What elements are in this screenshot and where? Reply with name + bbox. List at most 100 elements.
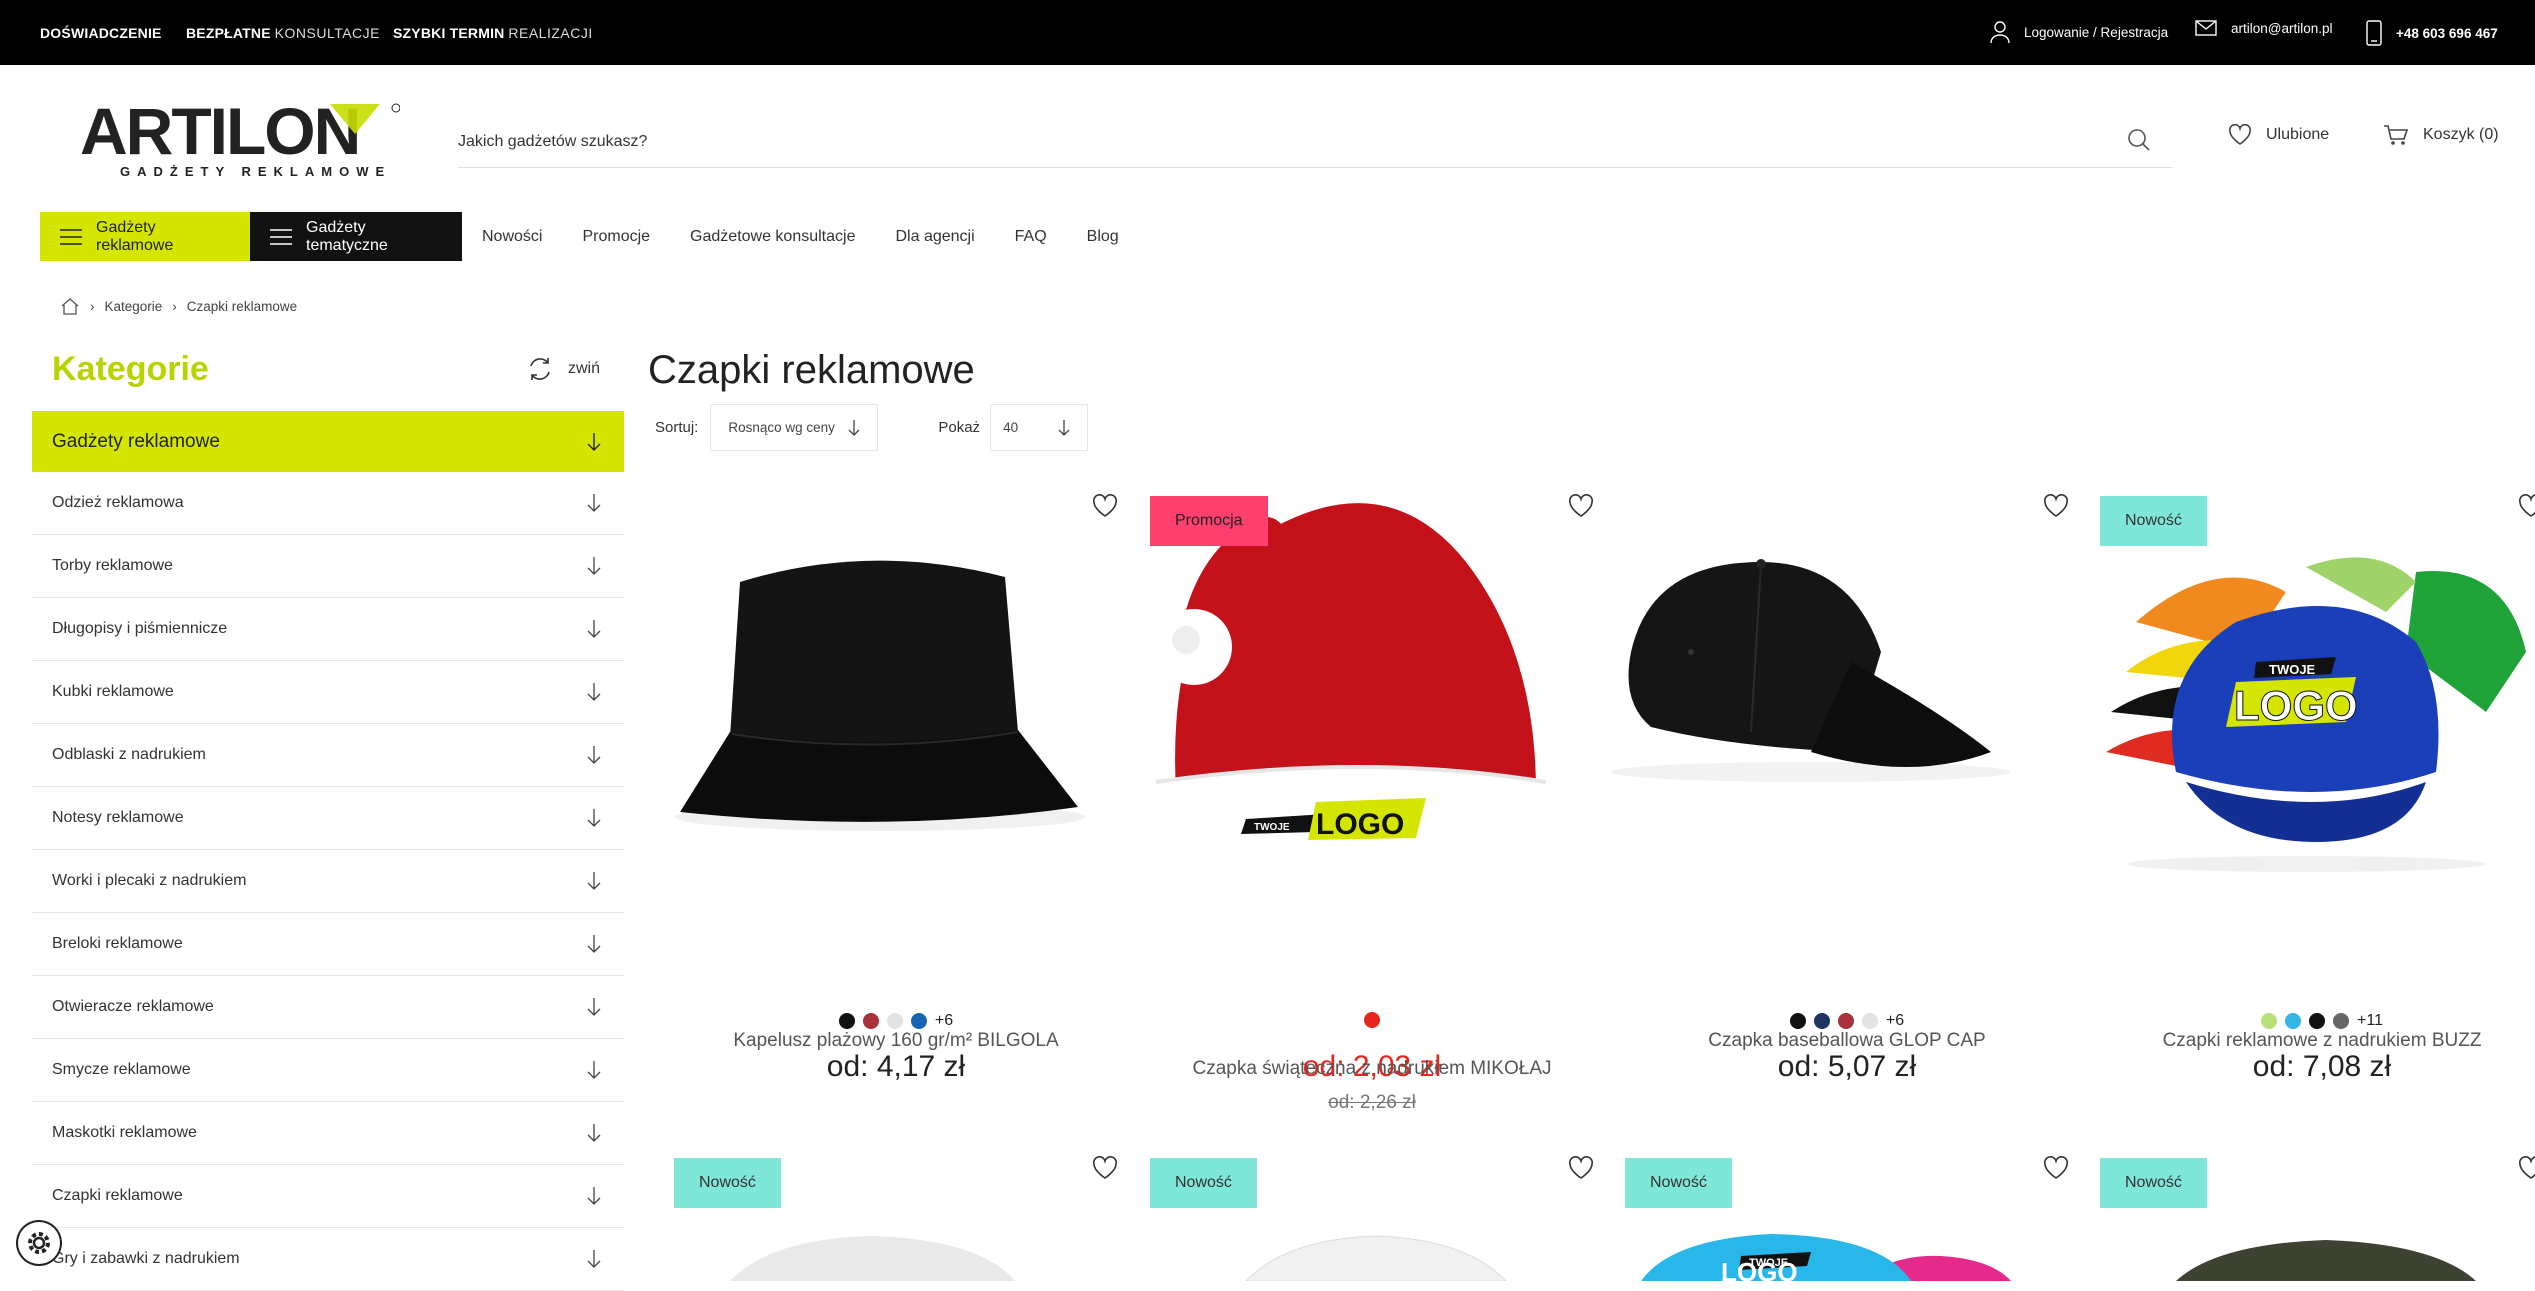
product-image-baseball-cap[interactable] <box>1611 482 2083 902</box>
heart-icon <box>2228 124 2252 146</box>
hamburger-icon <box>60 228 82 245</box>
favorites-link[interactable]: Ulubione <box>2228 124 2329 146</box>
product-name[interactable]: Czapka baseballowa GLOP CAP <box>1611 1030 2083 1052</box>
color-swatch[interactable] <box>862 1013 879 1029</box>
category-item[interactable]: Gry i zabawki z nadrukiem <box>32 1228 624 1291</box>
category-label: Maskotki reklamowe <box>52 1124 197 1141</box>
product-card[interactable]: +6 od: 5,07 zł Czapka baseballowa GLOP C… <box>1611 482 2083 1122</box>
home-icon[interactable] <box>60 297 80 315</box>
color-swatch[interactable] <box>1837 1013 1854 1029</box>
nav-link-agencies[interactable]: Dla agencji <box>895 228 974 246</box>
heart-icon[interactable] <box>1092 1156 1118 1180</box>
search-input[interactable] <box>458 122 2058 162</box>
breadcrumb-categories[interactable]: Kategorie <box>105 299 163 314</box>
category-item[interactable]: Breloki reklamowe <box>32 913 624 976</box>
cookie-settings-button[interactable] <box>16 1220 62 1266</box>
category-item[interactable]: Worki i plecaki z nadrukiem <box>32 850 624 913</box>
category-item[interactable]: Odzież reklamowa <box>32 472 624 535</box>
phone-label: +48 603 696 467 <box>2396 25 2498 41</box>
color-swatch[interactable] <box>1813 1013 1830 1029</box>
category-item[interactable]: Torby reklamowe <box>32 535 624 598</box>
cart-link[interactable]: Koszyk (0) <box>2383 124 2499 146</box>
category-item[interactable]: Długopisy i piśmiennicze <box>32 598 624 661</box>
product-image-bucket-hat[interactable] <box>660 482 1132 902</box>
category-item[interactable]: Smycze reklamowe <box>32 1039 624 1102</box>
color-swatch[interactable] <box>1364 1012 1380 1028</box>
category-item[interactable]: Maskotki reklamowe <box>32 1102 624 1165</box>
logo-tagline: GADŻETY REKLAMOWE <box>120 164 392 179</box>
heart-icon[interactable] <box>2518 494 2535 518</box>
product-card[interactable]: TWOJE LOGO Nowość +11 od: 7,08 zł Czapki… <box>2086 482 2535 1122</box>
arrow-down-icon <box>586 745 602 765</box>
category-item[interactable]: Kubki reklamowe <box>32 661 624 724</box>
color-swatch[interactable] <box>886 1013 903 1029</box>
heart-icon[interactable] <box>2518 1156 2535 1180</box>
category-item[interactable]: Otwieracze reklamowe <box>32 976 624 1039</box>
category-label: Worki i plecaki z nadrukiem <box>52 872 247 889</box>
svg-text:LOGO: LOGO <box>2234 682 2358 729</box>
heart-icon[interactable] <box>1568 494 1594 518</box>
color-swatch[interactable] <box>2285 1013 2302 1029</box>
sort-label: Sortuj: <box>655 419 699 436</box>
thematic-menu-button[interactable]: Gadżety tematyczne <box>250 212 462 261</box>
svg-text:LOGO: LOGO <box>1316 808 1404 841</box>
heart-icon[interactable] <box>1568 1156 1594 1180</box>
heart-icon[interactable] <box>1092 494 1118 518</box>
phone-link[interactable]: +48 603 696 467 <box>2366 20 2498 46</box>
product-name[interactable]: Czapka świąteczna z nadrukiem MIKOŁAJ <box>1136 1058 1608 1080</box>
heart-icon[interactable] <box>2043 494 2069 518</box>
color-swatch[interactable] <box>2309 1013 2326 1029</box>
product-name[interactable]: Czapki reklamowe z nadrukiem BUZZ <box>2086 1030 2535 1052</box>
nav-link-blog[interactable]: Blog <box>1087 228 1119 246</box>
gadgets-menu-button[interactable]: Gadżety reklamowe <box>40 212 250 261</box>
color-swatch[interactable] <box>2261 1013 2278 1029</box>
color-swatch[interactable] <box>1861 1013 1878 1029</box>
arrow-down-icon <box>586 556 602 576</box>
product-card[interactable]: TWOJE LOGO Promocja od: 2,03 zł od: 2,26… <box>1136 482 1608 1122</box>
arrow-down-icon <box>586 1123 602 1143</box>
category-item[interactable]: Odblaski z nadrukiem <box>32 724 624 787</box>
category-active[interactable]: Gadżety reklamowe <box>32 411 624 472</box>
login-link[interactable]: Logowanie / Rejestracja <box>1990 20 2168 44</box>
collapse-label: zwiń <box>568 360 601 377</box>
sort-select[interactable]: Rosnąco wg ceny <box>710 404 879 451</box>
category-item[interactable]: Czapki reklamowe <box>32 1165 624 1228</box>
category-label: Torby reklamowe <box>52 557 173 574</box>
color-swatch[interactable] <box>910 1013 927 1029</box>
more-colors: +6 <box>934 1012 954 1029</box>
product-card[interactable]: +6 od: 4,17 zł Kapelusz plażowy 160 gr/m… <box>660 482 1132 1122</box>
color-swatch[interactable] <box>838 1013 855 1029</box>
refresh-icon <box>526 355 554 383</box>
arrow-down-icon <box>586 432 602 452</box>
nav-link-faq[interactable]: FAQ <box>1015 228 1047 246</box>
arrow-down-icon <box>586 493 602 513</box>
cart-icon <box>2383 124 2409 146</box>
color-swatch[interactable] <box>2333 1013 2350 1029</box>
hamburger-icon <box>270 228 292 245</box>
product-name[interactable]: Kapelusz plażowy 160 gr/m² BILGOLA <box>660 1030 1132 1052</box>
site-logo[interactable]: ARTILON GADŻETY REKLAMOWE <box>80 100 406 180</box>
breadcrumb-current: Czapki reklamowe <box>186 298 298 314</box>
show-select[interactable]: 40 <box>990 404 1089 451</box>
product-card[interactable]: Nowość <box>2086 1144 2535 1281</box>
svg-text:TWOJE: TWOJE <box>2269 662 2316 677</box>
heart-icon[interactable] <box>2043 1156 2069 1180</box>
cart-label: Koszyk (0) <box>2423 126 2499 143</box>
product-card[interactable]: TWOJE LOGO Nowość <box>1611 1144 2083 1281</box>
svg-text:ARTILON: ARTILON <box>80 100 359 162</box>
arrow-down-icon <box>586 1186 602 1206</box>
search-icon[interactable] <box>2127 128 2151 152</box>
email-link[interactable]: artilon@artilon.pl <box>2195 20 2333 36</box>
nav-link-promotions[interactable]: Promocje <box>582 228 650 246</box>
nav-link-news[interactable]: Nowości <box>482 228 542 246</box>
collapse-button[interactable]: zwiń <box>526 355 600 383</box>
product-card[interactable]: Nowość <box>1136 1144 1608 1281</box>
category-label: Smycze reklamowe <box>52 1061 191 1078</box>
product-card[interactable]: Nowość <box>660 1144 1132 1281</box>
category-item[interactable]: Notesy reklamowe <box>32 787 624 850</box>
nav-link-consultations[interactable]: Gadżetowe konsultacje <box>690 228 855 246</box>
user-icon <box>1990 20 2010 44</box>
more-colors: +11 <box>2357 1012 2383 1029</box>
color-swatch[interactable] <box>1789 1013 1806 1029</box>
category-label: Długopisy i piśmiennicze <box>52 620 228 637</box>
